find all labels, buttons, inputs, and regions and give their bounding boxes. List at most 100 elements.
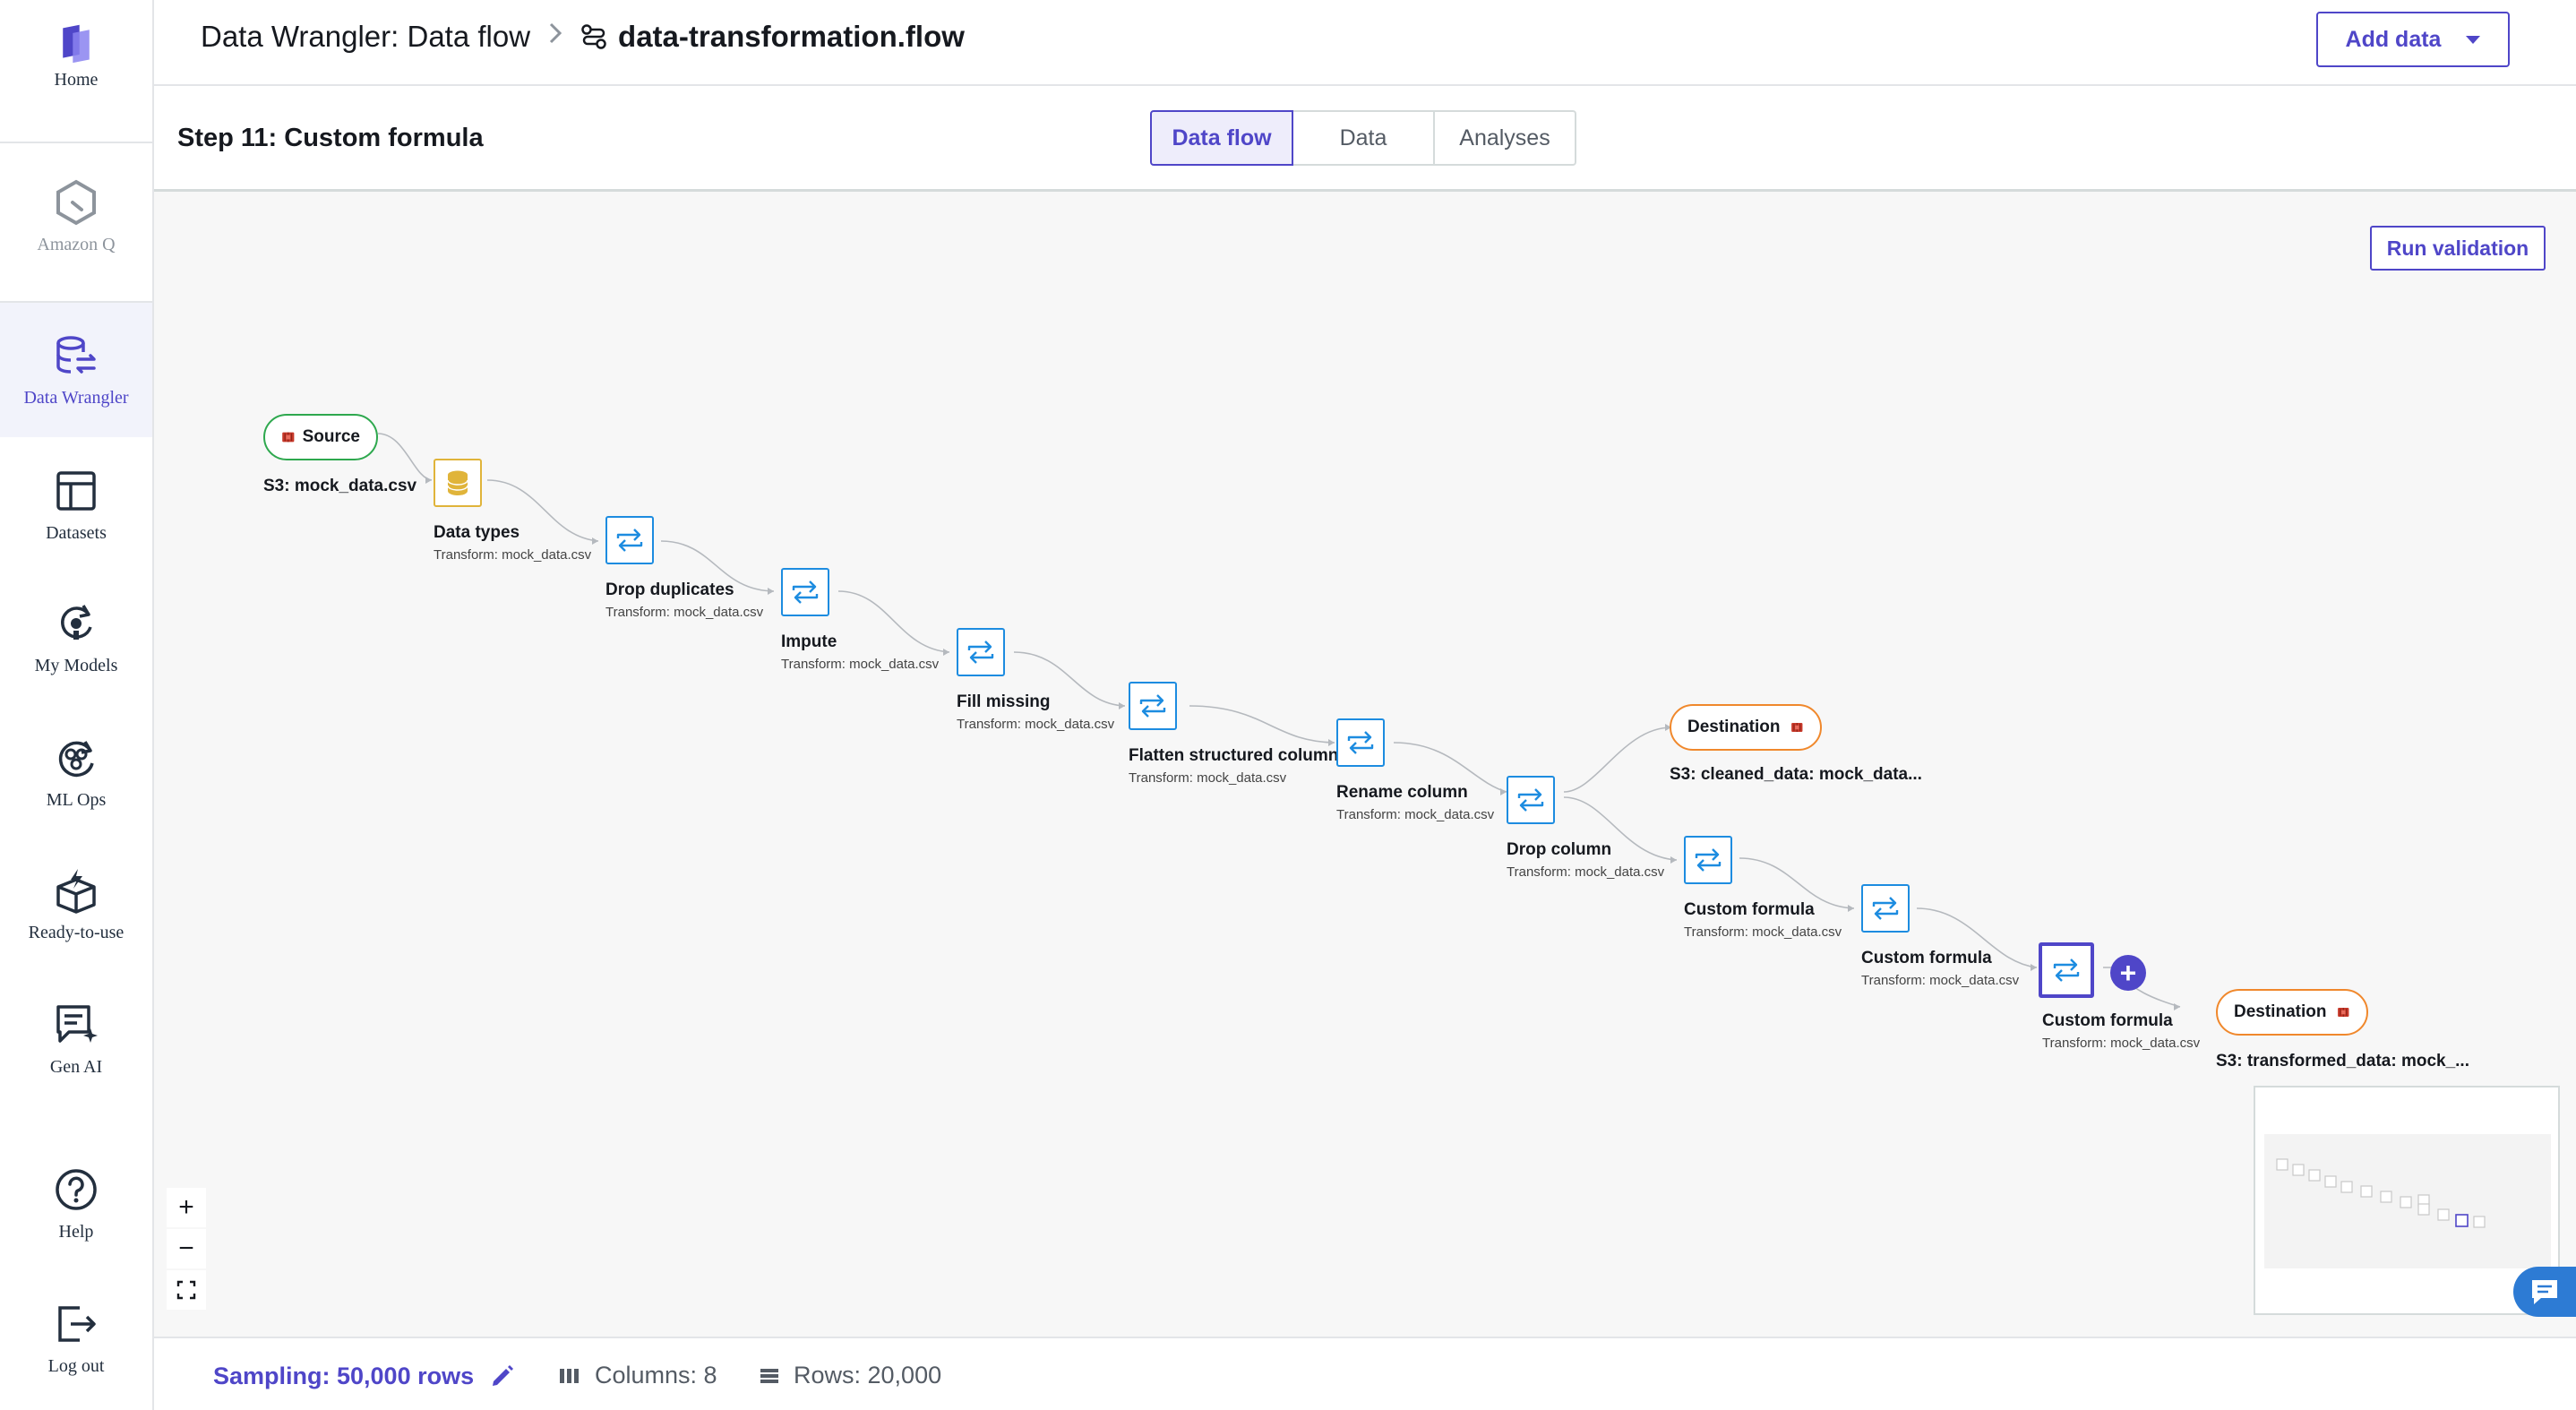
breadcrumb-data-flow[interactable]: Data Wrangler: Data flow xyxy=(201,20,530,54)
s3-bucket-icon xyxy=(1791,722,1803,733)
node-subtitle: Transform: mock_data.csv xyxy=(605,605,764,620)
node-title: Flatten structured column xyxy=(1129,746,1339,765)
rows-label: Rows: 20,000 xyxy=(794,1362,942,1389)
nav-my-models[interactable]: My Models xyxy=(0,600,152,690)
feedback-chat-button[interactable] xyxy=(2513,1267,2576,1317)
nav-amazon-q-label: Amazon Q xyxy=(37,235,116,254)
transform-icon xyxy=(967,641,994,664)
transform-node[interactable] xyxy=(1861,884,1910,933)
nav-home[interactable]: Home xyxy=(0,21,152,102)
datasets-icon xyxy=(56,471,96,511)
nav-home-label: Home xyxy=(54,70,99,90)
transform-node[interactable] xyxy=(957,628,1005,676)
nav-ml-ops-label: ML Ops xyxy=(46,790,107,810)
ml-ops-icon xyxy=(58,741,94,778)
transform-node[interactable] xyxy=(1684,836,1732,884)
rows-count: Rows: 20,000 xyxy=(760,1362,941,1389)
destination-label: Destination xyxy=(2234,1002,2327,1021)
s3-bucket-icon xyxy=(2338,1007,2349,1018)
arrowhead xyxy=(1328,739,1335,746)
data-wrangler-icon xyxy=(56,335,96,374)
amazon-q-icon xyxy=(56,179,96,226)
zoom-in-button[interactable]: + xyxy=(167,1188,206,1227)
node-title: Custom formula xyxy=(1861,949,1992,967)
transform-node[interactable] xyxy=(605,516,654,564)
nav-log-out[interactable]: Log out xyxy=(0,1301,152,1390)
nav-datasets-label: Datasets xyxy=(46,523,107,543)
arrowhead xyxy=(768,588,774,595)
arrowhead xyxy=(1500,788,1507,795)
source-node[interactable]: Source xyxy=(263,414,378,460)
node-title: Custom formula xyxy=(1684,900,1815,919)
node-title: Drop column xyxy=(1507,840,1612,859)
transform-icon xyxy=(2053,959,2080,982)
columns-label: Columns: 8 xyxy=(595,1362,717,1389)
nav-ready-to-use[interactable]: Ready-to-use xyxy=(0,867,152,957)
node-subtitle: Transform: mock_data.csv xyxy=(1129,770,1287,786)
arrowhead xyxy=(943,649,949,656)
zoom-out-button[interactable]: − xyxy=(167,1229,206,1268)
nav-help[interactable]: Help xyxy=(0,1166,152,1256)
transform-node[interactable] xyxy=(1507,776,1555,824)
arrowhead xyxy=(2174,1003,2180,1010)
gen-ai-icon xyxy=(56,1005,98,1043)
transform-icon xyxy=(1695,848,1722,872)
s3-bucket-icon xyxy=(282,432,295,443)
node-subtitle: Transform: mock_data.csv xyxy=(1861,973,2020,988)
sampling-setting[interactable]: Sampling: 50,000 rows xyxy=(213,1362,517,1390)
destination-label: Destination xyxy=(1687,718,1781,736)
step-title: Step 11: Custom formula xyxy=(177,124,484,152)
transform-node[interactable] xyxy=(1129,682,1177,730)
destination-node[interactable]: Destination xyxy=(2216,989,2368,1036)
nav-help-label: Help xyxy=(58,1222,94,1242)
transform-node-selected[interactable] xyxy=(2039,942,2094,998)
database-icon xyxy=(447,470,468,495)
tab-data-flow[interactable]: Data flow xyxy=(1150,110,1293,166)
nav-data-wrangler[interactable]: Data Wrangler xyxy=(0,303,152,437)
breadcrumb-flow-file: data-transformation.flow xyxy=(580,20,965,54)
node-subtitle: Transform: mock_data.csv xyxy=(1336,807,1495,822)
nav-ml-ops[interactable]: ML Ops xyxy=(0,735,152,824)
node-subtitle: Transform: mock_data.csv xyxy=(1507,864,1665,880)
destination-node[interactable]: Destination xyxy=(1670,704,1822,751)
step-toolbar: Step 11: Custom formula Data flow Data A… xyxy=(154,86,2576,192)
destination-caption: S3: transformed_data: mock_... xyxy=(2216,1052,2469,1070)
minimap[interactable] xyxy=(2254,1086,2560,1315)
transform-icon xyxy=(1517,788,1544,812)
columns-count: Columns: 8 xyxy=(559,1362,717,1389)
node-subtitle: Transform: mock_data.csv xyxy=(1684,924,1842,940)
nav-gen-ai[interactable]: Gen AI xyxy=(0,1002,152,1091)
status-bar: Sampling: 50,000 rows Columns: 8 Rows: 2… xyxy=(154,1337,2576,1410)
left-nav-rail: Home Amazon Q Data Wrangler Datasets My … xyxy=(0,0,154,1410)
add-data-label: Add data xyxy=(2345,26,2442,52)
transform-node[interactable] xyxy=(434,459,482,507)
add-step-button[interactable]: + xyxy=(2110,955,2146,991)
connector xyxy=(837,590,950,653)
transform-icon xyxy=(1139,694,1166,718)
rail-divider xyxy=(0,142,154,143)
fit-view-button[interactable] xyxy=(167,1270,206,1310)
connector xyxy=(1189,705,1335,744)
tab-data[interactable]: Data xyxy=(1293,110,1435,166)
tab-analyses[interactable]: Analyses xyxy=(1435,110,1576,166)
arrowhead xyxy=(425,477,432,484)
transform-icon xyxy=(1872,897,1899,920)
flow-canvas[interactable]: Run validation Source S3: mock_data.csv … xyxy=(154,192,2576,1337)
log-out-icon xyxy=(58,1306,96,1342)
node-title: Data types xyxy=(434,523,520,542)
transform-node[interactable] xyxy=(781,568,829,616)
arrowhead xyxy=(1670,856,1677,864)
caret-down-icon xyxy=(2466,35,2481,44)
nav-log-out-label: Log out xyxy=(47,1356,105,1376)
arrowhead xyxy=(592,537,598,545)
nav-datasets[interactable]: Datasets xyxy=(0,468,152,554)
breadcrumb-chevron-icon xyxy=(548,21,562,52)
fit-view-icon xyxy=(176,1280,196,1300)
edit-pencil-icon[interactable] xyxy=(488,1362,517,1390)
flow-file-name: data-transformation.flow xyxy=(618,20,965,53)
add-data-button[interactable]: Add data xyxy=(2316,12,2510,67)
node-subtitle: Transform: mock_data.csv xyxy=(2042,1036,2201,1051)
nav-amazon-q[interactable]: Amazon Q xyxy=(0,179,152,265)
transform-icon xyxy=(792,580,819,604)
transform-node[interactable] xyxy=(1336,718,1385,767)
